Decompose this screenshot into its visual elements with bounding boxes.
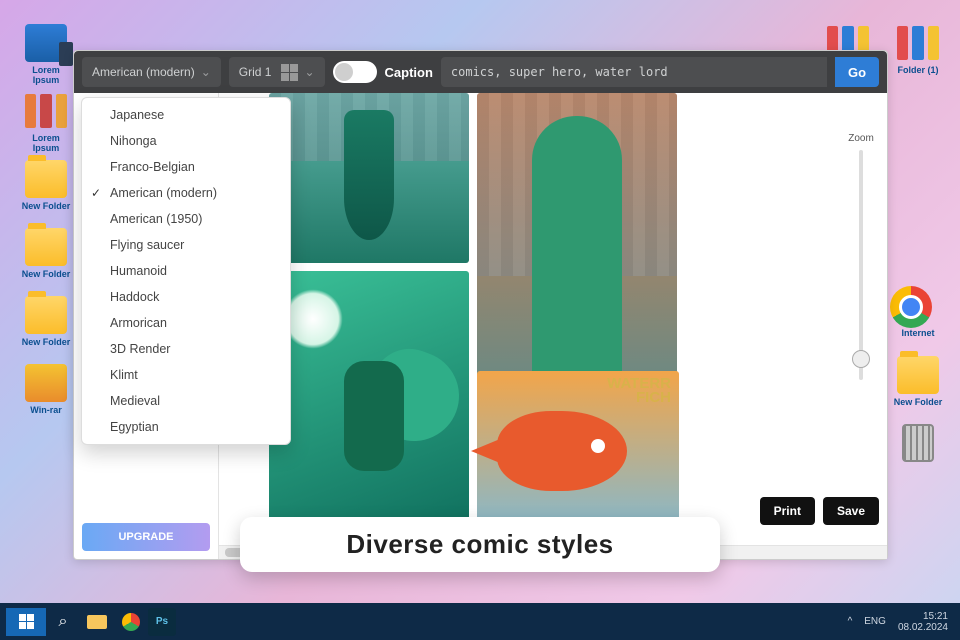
style-option-haddock[interactable]: Haddock [82, 284, 290, 310]
hero-figure-icon [344, 110, 394, 240]
desktop-icon-label: New Folder [18, 201, 74, 211]
start-button[interactable] [6, 608, 46, 636]
tray-date: 08.02.2024 [898, 622, 948, 633]
taskbar-search[interactable]: ⌕ [46, 608, 80, 636]
style-option-medieval[interactable]: Medieval [82, 388, 290, 414]
taskbar-photoshop[interactable]: Ps [148, 608, 176, 636]
desktop-icon-pc[interactable]: Lorem Ipsum [18, 24, 74, 85]
panel-4-title: WATERRFICH [607, 377, 671, 406]
zoom-control: Zoom [841, 133, 881, 380]
caption-toggle[interactable] [333, 61, 377, 83]
prompt-input[interactable] [441, 57, 827, 87]
desktop-icon-internet[interactable]: Internet [890, 286, 946, 338]
desktop-icon-trash[interactable] [890, 424, 946, 465]
panel-4[interactable]: WATERRFICH [477, 371, 679, 541]
binders-icon [897, 24, 939, 62]
chevron-down-icon: ⌄ [304, 65, 314, 79]
chrome-icon [122, 613, 140, 631]
taskbar-chrome[interactable] [114, 608, 148, 636]
save-button[interactable]: Save [823, 497, 879, 525]
tray-time: 15:21 [898, 611, 948, 622]
hero-figure-icon [329, 341, 419, 501]
go-button[interactable]: Go [835, 57, 879, 87]
desktop-icon-label: Folder (1) [890, 65, 946, 75]
desktop-icon-folder[interactable]: New Folder [18, 228, 74, 279]
taskbar: ⌕ Ps ^ ENG 15:21 08.02.2024 [0, 603, 960, 640]
canvas: WATERRFICH Zoom Print Save [219, 93, 887, 559]
desktop-icon-label: Lorem Ipsum [18, 65, 74, 85]
grid-icon [281, 64, 298, 81]
zoom-slider[interactable] [859, 150, 863, 380]
pc-icon [25, 24, 67, 62]
zoom-slider-thumb[interactable] [852, 350, 870, 368]
folder-icon [897, 356, 939, 394]
style-option-franco-belgian[interactable]: Franco-Belgian [82, 154, 290, 180]
caption-toggle-label: Caption [385, 65, 433, 80]
desktop-icon-folder1[interactable]: Folder (1) [890, 24, 946, 75]
style-option-klimt[interactable]: Klimt [82, 362, 290, 388]
desktop-icon-winrar[interactable]: Win-rar [18, 364, 74, 415]
system-tray: ^ ENG 15:21 08.02.2024 [848, 611, 960, 633]
windows-icon [19, 614, 34, 629]
grid-select[interactable]: Grid 1 ⌄ [229, 57, 325, 87]
desktop-icon-label: New Folder [890, 397, 946, 407]
chrome-icon [890, 286, 932, 328]
style-dropdown: Japanese Nihonga Franco-Belgian American… [81, 97, 291, 445]
style-option-nihonga[interactable]: Nihonga [82, 128, 290, 154]
panel-1[interactable] [269, 93, 469, 263]
desktop-icon-label: Lorem Ipsum [18, 133, 74, 153]
desktop-icon-folder[interactable]: New Folder [18, 296, 74, 347]
style-option-american-modern[interactable]: American (modern) [82, 180, 290, 206]
app-toolbar: American (modern) ⌄ Grid 1 ⌄ Caption Go [74, 51, 887, 93]
style-option-egyptian[interactable]: Egyptian [82, 414, 290, 440]
print-button[interactable]: Print [760, 497, 815, 525]
upgrade-button[interactable]: UPGRADE [82, 523, 210, 551]
hero-figure-icon [532, 116, 622, 396]
style-option-humanoid[interactable]: Humanoid [82, 258, 290, 284]
panel-3[interactable] [269, 271, 469, 551]
tray-clock[interactable]: 15:21 08.02.2024 [898, 611, 948, 633]
fish-icon [497, 411, 627, 491]
desktop-icon-binders[interactable]: Lorem Ipsum [18, 92, 74, 153]
desktop-icon-label: New Folder [18, 269, 74, 279]
style-option-3d-render[interactable]: 3D Render [82, 336, 290, 362]
tray-chevron-icon[interactable]: ^ [848, 616, 853, 627]
tray-language[interactable]: ENG [864, 616, 886, 627]
trash-icon [902, 424, 934, 462]
style-option-american-1950[interactable]: American (1950) [82, 206, 290, 232]
grid-select-value: Grid 1 [239, 65, 272, 79]
style-option-japanese[interactable]: Japanese [82, 102, 290, 128]
binders-icon [25, 92, 67, 130]
action-buttons: Print Save [760, 497, 879, 525]
folder-icon [87, 615, 107, 629]
folder-icon [25, 296, 67, 334]
taskbar-explorer[interactable] [80, 608, 114, 636]
folder-icon [25, 228, 67, 266]
zoom-label: Zoom [848, 133, 874, 144]
folder-icon [25, 160, 67, 198]
style-option-armorican[interactable]: Armorican [82, 310, 290, 336]
desktop-icon-label: New Folder [18, 337, 74, 347]
desktop-icon-folder[interactable]: New Folder [890, 356, 946, 407]
desktop-icon-label: Internet [890, 328, 946, 338]
style-select-value: American (modern) [92, 65, 195, 79]
style-option-flying-saucer[interactable]: Flying saucer [82, 232, 290, 258]
archive-icon [25, 364, 67, 402]
style-select[interactable]: American (modern) ⌄ [82, 57, 221, 87]
app-window: American (modern) ⌄ Grid 1 ⌄ Caption Go … [73, 50, 888, 560]
sun-icon [283, 289, 343, 349]
chevron-down-icon: ⌄ [201, 65, 211, 79]
caption-card: Diverse comic styles [240, 517, 720, 572]
search-icon: ⌕ [59, 613, 68, 631]
desktop-icon-folder[interactable]: New Folder [18, 160, 74, 211]
desktop-icon-label: Win-rar [18, 405, 74, 415]
